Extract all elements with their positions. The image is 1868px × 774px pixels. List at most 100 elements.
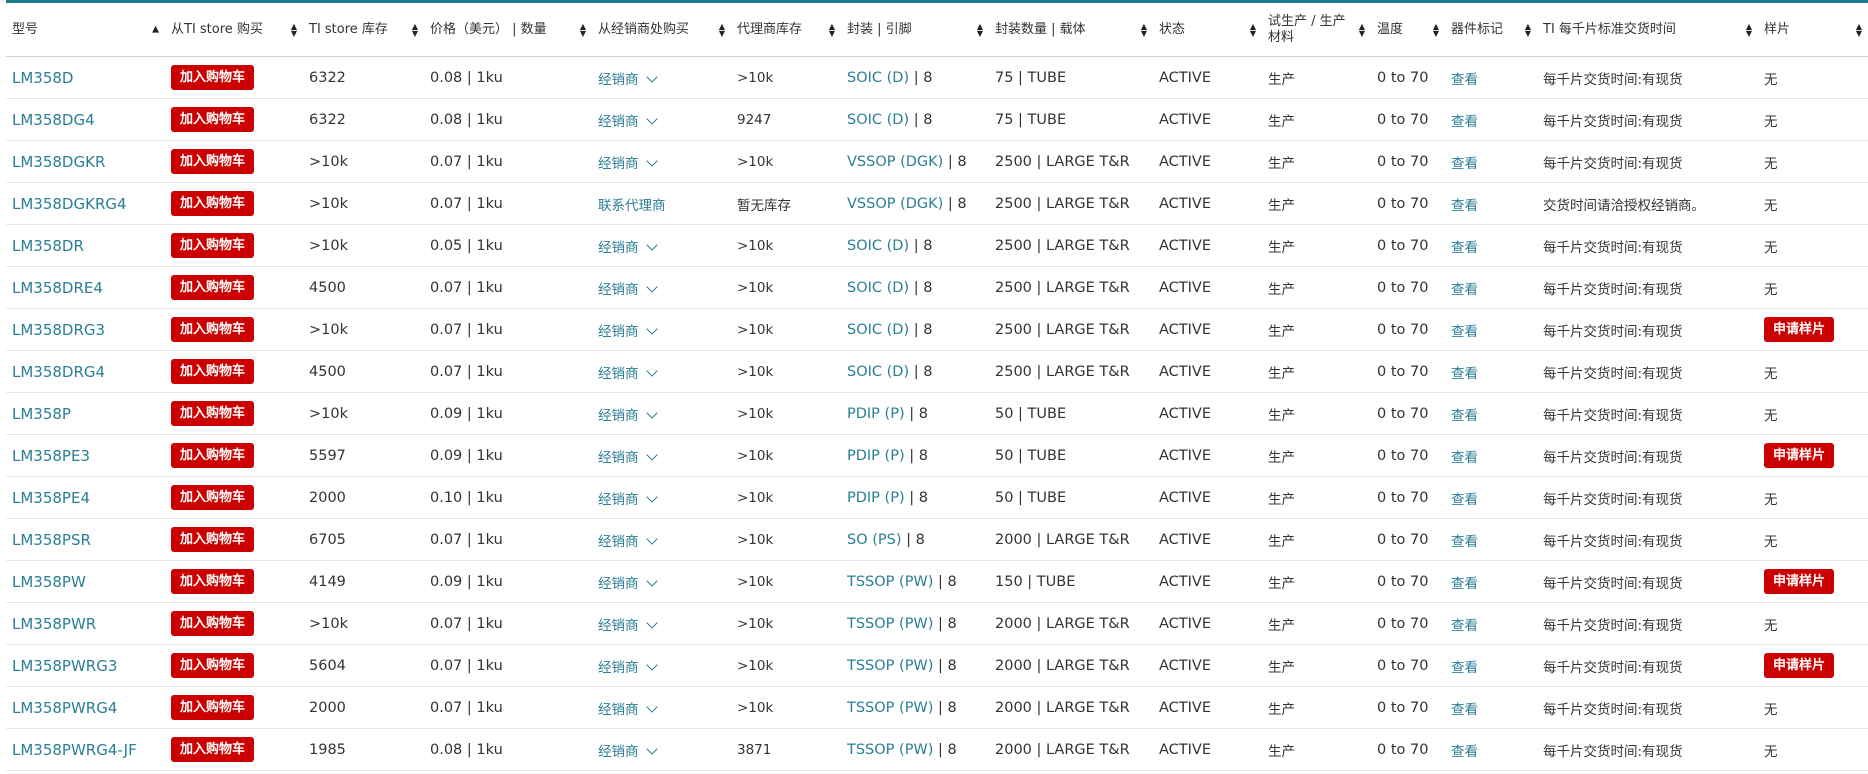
sort-icon[interactable]: ▲ ▼ bbox=[977, 22, 983, 37]
view-marking-link[interactable]: 查看 bbox=[1451, 450, 1478, 466]
package-link[interactable]: SOIC (D) bbox=[847, 322, 909, 338]
header-buy-ti-store[interactable]: 从TI store 购买 ▲ ▼ bbox=[165, 3, 303, 57]
add-to-cart-button[interactable]: 加入购物车 bbox=[171, 527, 255, 552]
distributor-dropdown[interactable]: 经销商 bbox=[598, 280, 658, 298]
distributor-dropdown[interactable]: 经销商 bbox=[598, 616, 658, 634]
package-link[interactable]: SOIC (D) bbox=[847, 280, 909, 296]
header-status[interactable]: 状态 ▲ ▼ bbox=[1153, 3, 1262, 57]
request-sample-button[interactable]: 申请样片 bbox=[1764, 443, 1835, 468]
header-material[interactable]: 试生产 / 生产材料 ▲ ▼ bbox=[1262, 3, 1371, 57]
part-number-link[interactable]: LM358PE4 bbox=[12, 489, 90, 507]
add-to-cart-button[interactable]: 加入购物车 bbox=[171, 359, 255, 384]
part-number-link[interactable]: LM358PWRG4-JF bbox=[12, 741, 137, 759]
add-to-cart-button[interactable]: 加入购物车 bbox=[171, 611, 255, 636]
sort-icon[interactable]: ▲ ▼ bbox=[1250, 22, 1256, 37]
add-to-cart-button[interactable]: 加入购物车 bbox=[171, 443, 255, 468]
package-link[interactable]: SOIC (D) bbox=[847, 112, 909, 128]
package-link[interactable]: PDIP (P) bbox=[847, 406, 905, 422]
distributor-dropdown[interactable]: 经销商 bbox=[598, 490, 658, 508]
part-number-link[interactable]: LM358PWR bbox=[12, 615, 96, 633]
part-number-link[interactable]: LM358DGKRG4 bbox=[12, 195, 127, 213]
package-link[interactable]: VSSOP (DGK) bbox=[847, 196, 943, 212]
sort-asc-icon[interactable]: ▲ bbox=[152, 25, 159, 34]
part-number-link[interactable]: LM358D bbox=[12, 69, 73, 87]
add-to-cart-button[interactable]: 加入购物车 bbox=[171, 401, 255, 426]
part-number-link[interactable]: LM358DRG4 bbox=[12, 363, 105, 381]
sort-icon[interactable]: ▲ ▼ bbox=[1433, 22, 1439, 37]
distributor-dropdown[interactable]: 经销商 bbox=[598, 238, 658, 256]
add-to-cart-button[interactable]: 加入购物车 bbox=[171, 65, 255, 90]
view-marking-link[interactable]: 查看 bbox=[1451, 534, 1478, 550]
distributor-dropdown[interactable]: 经销商 bbox=[598, 406, 658, 424]
part-number-link[interactable]: LM358DR bbox=[12, 237, 84, 255]
header-ti-stock[interactable]: TI store 库存 ▲ ▼ bbox=[303, 3, 424, 57]
sort-icon[interactable]: ▲ ▼ bbox=[1141, 22, 1147, 37]
distributor-dropdown[interactable]: 经销商 bbox=[598, 574, 658, 592]
view-marking-link[interactable]: 查看 bbox=[1451, 366, 1478, 382]
view-marking-link[interactable]: 查看 bbox=[1451, 282, 1478, 298]
package-link[interactable]: PDIP (P) bbox=[847, 448, 905, 464]
package-link[interactable]: TSSOP (PW) bbox=[847, 574, 933, 590]
add-to-cart-button[interactable]: 加入购物车 bbox=[171, 569, 255, 594]
request-sample-button[interactable]: 申请样片 bbox=[1764, 569, 1835, 594]
part-number-link[interactable]: LM358PE3 bbox=[12, 447, 90, 465]
distributor-dropdown[interactable]: 经销商 bbox=[598, 154, 658, 172]
package-link[interactable]: SOIC (D) bbox=[847, 364, 909, 380]
view-marking-link[interactable]: 查看 bbox=[1451, 492, 1478, 508]
view-marking-link[interactable]: 查看 bbox=[1451, 618, 1478, 634]
sort-icon[interactable]: ▲ ▼ bbox=[1856, 22, 1862, 37]
add-to-cart-button[interactable]: 加入购物车 bbox=[171, 695, 255, 720]
request-sample-button[interactable]: 申请样片 bbox=[1764, 317, 1835, 342]
view-marking-link[interactable]: 查看 bbox=[1451, 660, 1478, 676]
view-marking-link[interactable]: 查看 bbox=[1451, 744, 1478, 760]
header-temperature[interactable]: 温度 ▲ ▼ bbox=[1371, 3, 1445, 57]
header-buy-distributor[interactable]: 从经销商处购买 ▲ ▼ bbox=[592, 3, 731, 57]
part-number-link[interactable]: LM358DGKR bbox=[12, 153, 105, 171]
sort-icon[interactable]: ▲ ▼ bbox=[412, 22, 418, 37]
view-marking-link[interactable]: 查看 bbox=[1451, 240, 1478, 256]
header-package-qty[interactable]: 封装数量 | 载体 ▲ ▼ bbox=[989, 3, 1153, 57]
package-link[interactable]: VSSOP (DGK) bbox=[847, 154, 943, 170]
add-to-cart-button[interactable]: 加入购物车 bbox=[171, 317, 255, 342]
distributor-dropdown[interactable]: 经销商 bbox=[598, 448, 658, 466]
view-marking-link[interactable]: 查看 bbox=[1451, 156, 1478, 172]
part-number-link[interactable]: LM358DG4 bbox=[12, 111, 95, 129]
header-distributor-stock[interactable]: 代理商库存 ▲ ▼ bbox=[731, 3, 841, 57]
sort-icon[interactable]: ▲ ▼ bbox=[580, 22, 586, 37]
sort-icon[interactable]: ▲ ▼ bbox=[719, 22, 725, 37]
add-to-cart-button[interactable]: 加入购物车 bbox=[171, 737, 255, 762]
part-number-link[interactable]: LM358PSR bbox=[12, 531, 91, 549]
package-link[interactable]: SOIC (D) bbox=[847, 70, 909, 86]
distributor-dropdown[interactable]: 经销商 bbox=[598, 322, 658, 340]
package-link[interactable]: SO (PS) bbox=[847, 532, 902, 548]
distributor-dropdown[interactable]: 经销商 bbox=[598, 700, 658, 718]
header-lead-time[interactable]: TI 每千片标准交货时间 ▲ ▼ bbox=[1537, 3, 1758, 57]
add-to-cart-button[interactable]: 加入购物车 bbox=[171, 191, 255, 216]
sort-icon[interactable]: ▲ ▼ bbox=[1525, 22, 1531, 37]
add-to-cart-button[interactable]: 加入购物车 bbox=[171, 149, 255, 174]
package-link[interactable]: TSSOP (PW) bbox=[847, 700, 933, 716]
part-number-link[interactable]: LM358P bbox=[12, 405, 71, 423]
distributor-dropdown[interactable]: 经销商 bbox=[598, 532, 658, 550]
header-price-qty[interactable]: 价格（美元） | 数量 ▲ ▼ bbox=[424, 3, 592, 57]
view-marking-link[interactable]: 查看 bbox=[1451, 72, 1478, 88]
package-link[interactable]: PDIP (P) bbox=[847, 490, 905, 506]
distributor-dropdown[interactable]: 经销商 bbox=[598, 112, 658, 130]
header-device-marking[interactable]: 器件标记 ▲ ▼ bbox=[1445, 3, 1537, 57]
distributor-dropdown[interactable]: 经销商 bbox=[598, 70, 658, 88]
sort-icon[interactable]: ▲ ▼ bbox=[291, 22, 297, 37]
header-samples[interactable]: 样片 ▲ ▼ bbox=[1758, 3, 1868, 57]
add-to-cart-button[interactable]: 加入购物车 bbox=[171, 233, 255, 258]
package-link[interactable]: TSSOP (PW) bbox=[847, 616, 933, 632]
sort-icon[interactable]: ▲ ▼ bbox=[1359, 22, 1365, 37]
distributor-dropdown[interactable]: 经销商 bbox=[598, 364, 658, 382]
part-number-link[interactable]: LM358DRE4 bbox=[12, 279, 103, 297]
header-package-pins[interactable]: 封装 | 引脚 ▲ ▼ bbox=[841, 3, 989, 57]
view-marking-link[interactable]: 查看 bbox=[1451, 198, 1478, 214]
package-link[interactable]: TSSOP (PW) bbox=[847, 742, 933, 758]
view-marking-link[interactable]: 查看 bbox=[1451, 702, 1478, 718]
distributor-dropdown[interactable]: 经销商 bbox=[598, 742, 658, 760]
package-link[interactable]: SOIC (D) bbox=[847, 238, 909, 254]
add-to-cart-button[interactable]: 加入购物车 bbox=[171, 275, 255, 300]
add-to-cart-button[interactable]: 加入购物车 bbox=[171, 485, 255, 510]
